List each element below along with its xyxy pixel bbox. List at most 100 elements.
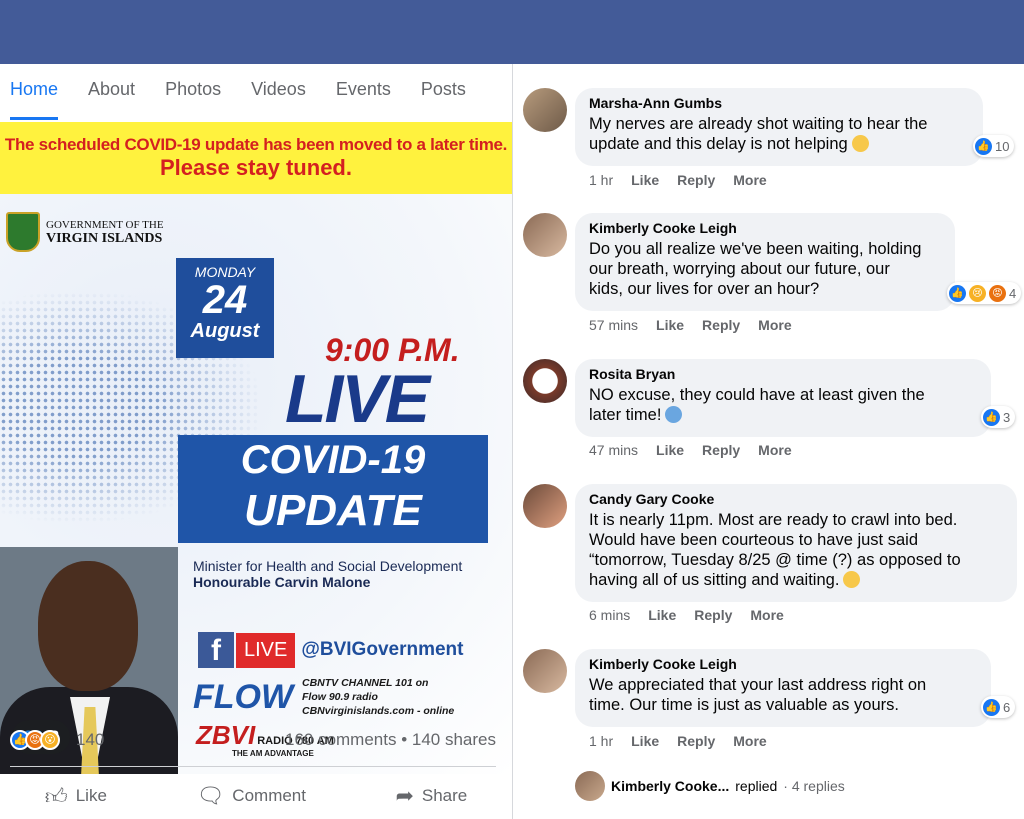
comment-text: having all of us sitting and waiting. [589, 571, 840, 589]
reply-author: Kimberly Cooke... [611, 778, 730, 794]
comment-button[interactable]: 🗨 Comment [196, 783, 306, 809]
gov-line-1: Government of the [46, 219, 164, 231]
avatar[interactable] [523, 359, 567, 403]
avatar[interactable] [523, 649, 567, 693]
share-button[interactable]: ➦ Share [395, 783, 467, 809]
comment-text: It is nearly 11pm. Most are ready to cra… [589, 511, 958, 529]
comment-more-link[interactable]: More [758, 442, 791, 458]
like-reaction-icon: 👍 [975, 137, 992, 155]
like-button[interactable]: 👍︎ Like [45, 783, 107, 810]
comment-text: later time! [589, 406, 662, 424]
minister-title: Minister for Health and Social Developme… [193, 558, 463, 574]
commenter-name[interactable]: Kimberly Cooke Leigh [589, 220, 941, 236]
post-stats: 👍 😡 😮 140 160 comments • 140 shares [0, 724, 512, 756]
update-title: UPDATE [244, 486, 422, 535]
comment-more-link[interactable]: More [733, 733, 766, 749]
comment-bubble: Candy Gary Cooke It is nearly 11pm. Most… [575, 484, 1017, 602]
comment-reactions[interactable]: 👍 10 [973, 135, 1015, 157]
commenter-name[interactable]: Candy Gary Cooke [589, 491, 1003, 507]
flow-info-2: Flow 90.9 radio [302, 691, 378, 703]
thumbs-up-icon: 👍︎ [44, 783, 68, 809]
covid-title: COVID-19 [240, 438, 426, 482]
comment-time[interactable]: 1 hr [589, 172, 613, 188]
comment-reactions[interactable]: 👍 3 [981, 406, 1016, 428]
comment-reactions[interactable]: 👍 6 [981, 696, 1016, 718]
tab-posts[interactable]: Posts [421, 64, 466, 120]
flushed-emoji-icon [851, 135, 869, 152]
comment-time[interactable]: 6 mins [589, 607, 630, 623]
comment-label: Comment [232, 786, 306, 805]
comment-bubble: Kimberly Cooke Leigh Do you all realize … [575, 213, 955, 311]
reaction-count: 3 [1003, 409, 1011, 425]
minister-info: Minister for Health and Social Developme… [193, 558, 462, 590]
avatar[interactable] [523, 484, 567, 528]
comment-meta: 57 mins Like Reply More [589, 317, 792, 333]
sleeping-emoji-icon [843, 571, 861, 588]
comment-like-link[interactable]: Like [631, 733, 659, 749]
divider [10, 766, 496, 767]
comments-panel: Marsha-Ann Gumbs My nerves are already s… [513, 64, 1024, 819]
comment-bubble: Kimberly Cooke Leigh We appreciated that… [575, 649, 991, 727]
like-label: Like [75, 786, 107, 805]
comment-text: NO excuse, they could have at least give… [589, 386, 925, 404]
avatar[interactable] [523, 88, 567, 132]
like-reaction-icon: 👍 [983, 698, 1000, 716]
commenter-name[interactable]: Kimberly Cooke Leigh [589, 656, 977, 672]
banner-line-1: The scheduled COVID-19 update has been m… [4, 135, 508, 154]
replies-summary[interactable]: Kimberly Cooke... replied · 4 replies [575, 771, 845, 801]
comment-reactions[interactable]: 👍 😢 😡 4 [947, 282, 1022, 304]
date-number: 24 [202, 278, 248, 322]
fearful-emoji-icon [665, 406, 683, 423]
tab-videos[interactable]: Videos [251, 64, 306, 120]
post-panel: Home About Photos Videos Events Posts Th… [0, 64, 512, 819]
angry-reaction-icon: 😡 [989, 284, 1006, 302]
comment-text: update and this delay is not helping [589, 135, 848, 153]
comment-like-link[interactable]: Like [648, 607, 676, 623]
wow-reaction-icon: 😮 [40, 730, 60, 750]
comment-like-link[interactable]: Like [631, 172, 659, 188]
tab-home[interactable]: Home [10, 64, 59, 120]
share-label: Share [421, 786, 468, 805]
comment-more-link[interactable]: More [750, 607, 783, 623]
comment-reply-link[interactable]: Reply [677, 733, 715, 749]
comment-meta: 1 hr Like Reply More [589, 172, 767, 188]
comment-reply-link[interactable]: Reply [702, 442, 740, 458]
sad-reaction-icon: 😢 [969, 284, 986, 302]
facebook-live-row: f LIVE @BVIGovernment [198, 632, 463, 668]
reaction-icons[interactable]: 👍 😡 😮 [10, 730, 60, 750]
comment-text: We appreciated that your last address ri… [589, 676, 927, 694]
comment-like-link[interactable]: Like [656, 442, 684, 458]
covid-update-box: COVID-19 UPDATE [178, 435, 488, 543]
post-image[interactable]: The scheduled COVID-19 update has been m… [0, 122, 512, 774]
like-reaction-icon: 👍 [983, 408, 1000, 426]
comment-reply-link[interactable]: Reply [702, 317, 740, 333]
tab-photos[interactable]: Photos [165, 64, 221, 120]
comment-more-link[interactable]: More [733, 172, 766, 188]
tab-events[interactable]: Events [336, 64, 391, 120]
reaction-count: 6 [1003, 699, 1011, 715]
commenter-name[interactable]: Marsha-Ann Gumbs [589, 95, 969, 111]
tab-about[interactable]: About [88, 64, 135, 120]
comment-more-link[interactable]: More [758, 317, 791, 333]
page-tabs: Home About Photos Videos Events Posts [0, 64, 512, 120]
commenter-name[interactable]: Rosita Bryan [589, 366, 977, 382]
avatar[interactable] [523, 213, 567, 257]
banner-line-2: Please stay tuned. [160, 155, 352, 180]
reaction-count[interactable]: 140 [76, 730, 104, 750]
live-heading: LIVE [285, 361, 430, 437]
flow-info: CBNTV CHANNEL 101 on Flow 90.9 radio CBN… [302, 676, 454, 718]
comment-bubble: Rosita Bryan NO excuse, they could have … [575, 359, 991, 437]
top-bar [0, 0, 1024, 64]
comment-time[interactable]: 1 hr [589, 733, 613, 749]
comment-reply-link[interactable]: Reply [694, 607, 732, 623]
comment-time[interactable]: 47 mins [589, 442, 638, 458]
comment-reply-link[interactable]: Reply [677, 172, 715, 188]
like-reaction-icon: 👍 [949, 284, 966, 302]
fb-live-label: LIVE [236, 632, 296, 668]
comments-shares-count[interactable]: 160 comments • 140 shares [285, 730, 496, 750]
fb-handle: @BVIGovernment [301, 639, 464, 660]
post-actions: 👍︎ Like 🗨 Comment ➦ Share [0, 776, 512, 816]
comment-time[interactable]: 57 mins [589, 317, 638, 333]
reaction-count: 10 [995, 138, 1010, 154]
comment-like-link[interactable]: Like [656, 317, 684, 333]
